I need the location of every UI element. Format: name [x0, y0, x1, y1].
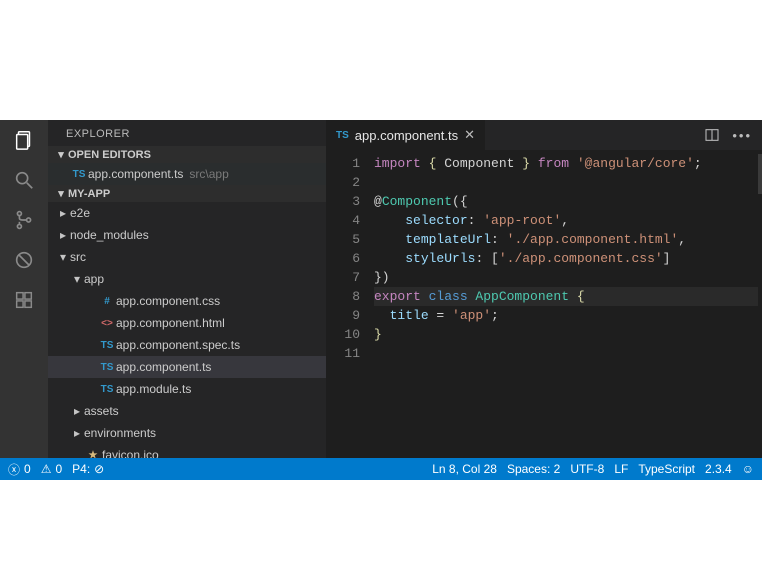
- extensions-icon[interactable]: [12, 288, 36, 312]
- split-editor-icon[interactable]: [704, 127, 720, 143]
- feedback-icon[interactable]: ☺: [742, 462, 754, 476]
- file-tree: ▸e2e▸node_modules▾src▾app #app.component…: [48, 202, 326, 458]
- tree-item-label: app.module.ts: [116, 382, 191, 396]
- folder-item[interactable]: ▸node_modules: [48, 224, 326, 246]
- tab-bar: TS app.component.ts ✕ •••: [326, 120, 762, 150]
- tree-item-label: app.component.ts: [116, 360, 211, 374]
- minimap[interactable]: [758, 154, 762, 458]
- explorer-icon[interactable]: [12, 128, 36, 152]
- tree-item-label: app.component.css: [116, 294, 220, 308]
- folder-item[interactable]: ▸environments: [48, 422, 326, 444]
- more-icon[interactable]: •••: [732, 128, 752, 143]
- css-file-icon: #: [98, 296, 116, 307]
- chevron-right-icon: ▸: [70, 404, 84, 418]
- ts-file-icon: TS: [98, 384, 116, 395]
- chevron-down-icon: ▾: [54, 148, 68, 161]
- status-warnings[interactable]: ⚠ 0: [41, 462, 62, 476]
- status-bar: ⓧ 0 ⚠ 0 P4: ⊘ Ln 8, Col 28 Spaces: 2 UTF…: [0, 458, 762, 480]
- source-control-icon[interactable]: [12, 208, 36, 232]
- file-item[interactable]: TSapp.module.ts: [48, 378, 326, 400]
- tab-filename: app.component.ts: [355, 128, 458, 143]
- chevron-right-icon: ▸: [56, 228, 70, 242]
- file-item[interactable]: <>app.component.html: [48, 312, 326, 334]
- status-eol[interactable]: LF: [614, 462, 628, 476]
- chevron-down-icon: ▾: [54, 187, 68, 200]
- status-language[interactable]: TypeScript: [638, 462, 695, 476]
- open-editor-path: src\app: [189, 167, 228, 181]
- folder-item[interactable]: ▾src: [48, 246, 326, 268]
- project-header[interactable]: ▾ MY-APP: [48, 185, 326, 202]
- editor-group: TS app.component.ts ✕ ••• 1234567891011 …: [326, 120, 762, 458]
- sidebar-title: EXPLORER: [48, 120, 326, 146]
- star-file-icon: ★: [84, 450, 102, 459]
- open-editor-filename: app.component.ts: [88, 167, 183, 181]
- explorer-sidebar: EXPLORER ▾ OPEN EDITORS TS app.component…: [48, 120, 326, 458]
- line-numbers: 1234567891011: [326, 150, 370, 458]
- tree-item-label: favicon.ico: [102, 448, 159, 458]
- debug-icon[interactable]: [12, 248, 36, 272]
- html-file-icon: <>: [98, 318, 116, 329]
- status-encoding[interactable]: UTF-8: [570, 462, 604, 476]
- chevron-down-icon: ▾: [70, 272, 84, 286]
- status-errors[interactable]: ⓧ 0: [8, 461, 31, 478]
- tree-item-label: app.component.spec.ts: [116, 338, 240, 352]
- ts-file-icon: TS: [98, 340, 116, 351]
- code-editor[interactable]: 1234567891011 import { Component } from …: [326, 150, 762, 458]
- open-editors-header[interactable]: ▾ OPEN EDITORS: [48, 146, 326, 163]
- open-editors-label: OPEN EDITORS: [68, 149, 151, 161]
- folder-item[interactable]: ▸e2e: [48, 202, 326, 224]
- status-indent[interactable]: Spaces: 2: [507, 462, 560, 476]
- chevron-right-icon: ▸: [70, 426, 84, 440]
- file-item[interactable]: TSapp.component.ts: [48, 356, 326, 378]
- status-version[interactable]: 2.3.4: [705, 462, 732, 476]
- tree-item-label: e2e: [70, 206, 90, 220]
- chevron-down-icon: ▾: [56, 250, 70, 264]
- folder-item[interactable]: ▾app: [48, 268, 326, 290]
- disabled-icon: ⊘: [94, 462, 104, 476]
- close-icon[interactable]: ✕: [464, 127, 475, 143]
- file-item[interactable]: ★favicon.ico: [48, 444, 326, 458]
- warning-icon: ⚠: [41, 462, 52, 476]
- tree-item-label: src: [70, 250, 86, 264]
- tree-item-label: app.component.html: [116, 316, 225, 330]
- file-item[interactable]: TSapp.component.spec.ts: [48, 334, 326, 356]
- error-icon: ⓧ: [8, 461, 20, 478]
- activity-bar: [0, 120, 48, 458]
- ts-file-icon: TS: [98, 362, 116, 373]
- typescript-icon: TS: [70, 169, 88, 180]
- editor-tab[interactable]: TS app.component.ts ✕: [326, 120, 486, 150]
- tree-item-label: assets: [84, 404, 119, 418]
- search-icon[interactable]: [12, 168, 36, 192]
- file-item[interactable]: #app.component.css: [48, 290, 326, 312]
- typescript-icon: TS: [336, 130, 349, 141]
- tree-item-label: app: [84, 272, 104, 286]
- tree-item-label: node_modules: [70, 228, 149, 242]
- open-editor-item[interactable]: TS app.component.ts src\app: [48, 163, 326, 185]
- project-label: MY-APP: [68, 188, 110, 200]
- code-content: import { Component } from '@angular/core…: [370, 150, 758, 458]
- folder-item[interactable]: ▸assets: [48, 400, 326, 422]
- status-p4[interactable]: P4: ⊘: [72, 462, 104, 476]
- tree-item-label: environments: [84, 426, 156, 440]
- status-lncol[interactable]: Ln 8, Col 28: [432, 462, 497, 476]
- chevron-right-icon: ▸: [56, 206, 70, 220]
